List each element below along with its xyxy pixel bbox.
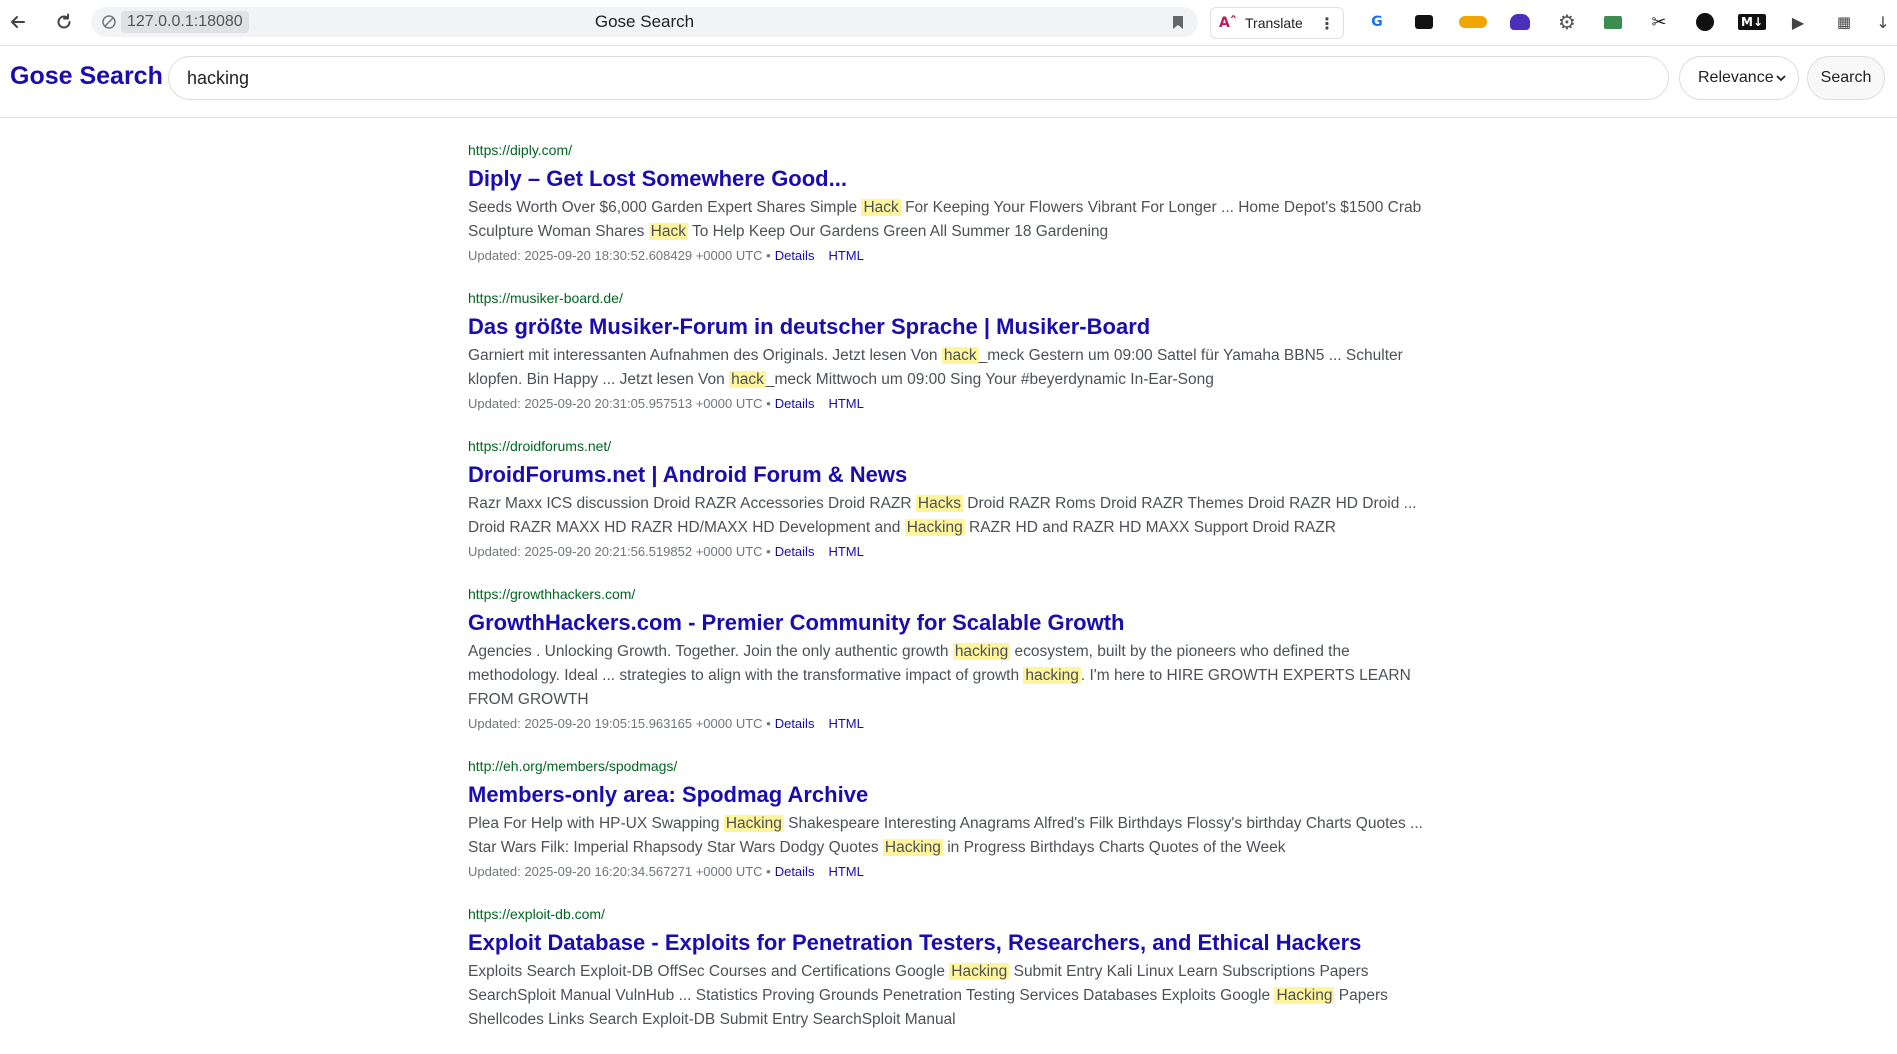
snippet-text: Seeds Worth Over $6,000 Garden Expert Sh… [468,199,862,216]
translate-icon: Aˆ [1219,15,1237,31]
result-title-link[interactable]: DroidForums.net | Android Forum & News [468,460,1428,490]
search-result: http://eh.org/members/spodmags/Members-o… [468,756,1428,882]
search-result: https://droidforums.net/DroidForums.net … [468,436,1428,562]
extension-icon[interactable]: ▦ [1831,10,1857,34]
extension-icon[interactable] [1692,10,1718,34]
html-link[interactable]: HTML [828,716,863,731]
snippet-text: Plea For Help with HP-UX Swapping [468,815,724,832]
updated-timestamp: Updated: 2025-09-20 16:20:34.567271 +000… [468,864,771,879]
result-meta: Updated: 2025-09-20 20:21:56.519852 +000… [468,542,1428,562]
result-snippet: Exploits Search Exploit-DB OffSec Course… [468,960,1428,1032]
chevron-down-icon [1776,71,1786,85]
extension-icon[interactable] [1600,10,1626,34]
extension-icon[interactable] [1507,10,1533,34]
highlight-term: hacking [952,643,1011,660]
markdown-icon[interactable]: M↓ [1738,10,1766,34]
snippet-text: Garniert mit interessanten Aufnahmen des… [468,347,942,364]
html-link[interactable]: HTML [828,864,863,879]
result-url[interactable]: http://eh.org/members/spodmags/ [468,756,1428,776]
result-title-link[interactable]: Exploit Database - Exploits for Penetrat… [468,928,1428,958]
result-snippet: Razr Maxx ICS discussion Droid RAZR Acce… [468,492,1428,540]
search-result: https://exploit-db.com/Exploit Database … [468,904,1428,1032]
highlight-term: Hacking [1274,987,1335,1004]
result-meta: Updated: 2025-09-20 20:31:05.957513 +000… [468,394,1428,414]
highlight-term: Hacking [723,815,784,832]
search-result: https://growthhackers.com/GrowthHackers.… [468,584,1428,734]
scissors-icon[interactable]: ✂ [1646,10,1672,34]
search-header: Gose Search Relevance Search [0,46,1897,118]
highlight-term: hacking [1023,667,1081,684]
snippet-text: Agencies . Unlocking Growth. Together. J… [468,643,953,660]
highlight-term: hack [941,347,979,364]
browser-toolbar: 127.0.0.1:18080 Gose Search Aˆ Translate… [0,0,1897,46]
play-icon[interactable]: ▶ [1785,10,1811,34]
results-list: https://diply.com/Diply – Get Lost Somew… [468,140,1428,1054]
result-url[interactable]: https://diply.com/ [468,140,1428,160]
snippet-text: in Progress Birthdays Charts Quotes of t… [942,839,1286,856]
snippet-text: RAZR HD and RAZR HD MAXX Support Droid R… [964,519,1336,536]
highlight-term: Hacking [882,839,943,856]
reload-icon[interactable] [51,9,77,35]
html-link[interactable]: HTML [828,396,863,411]
search-button[interactable]: Search [1807,56,1885,100]
snippet-text: Razr Maxx ICS discussion Droid RAZR Acce… [468,495,916,512]
result-url[interactable]: https://musiker-board.de/ [468,288,1428,308]
address-bar[interactable]: 127.0.0.1:18080 Gose Search [91,7,1198,37]
url-text[interactable]: 127.0.0.1:18080 [121,11,249,33]
updated-timestamp: Updated: 2025-09-20 20:31:05.957513 +000… [468,396,771,411]
result-snippet: Agencies . Unlocking Growth. Together. J… [468,640,1428,712]
html-link[interactable]: HTML [828,544,863,559]
translate-button[interactable]: Aˆ Translate ⋮ [1210,7,1344,39]
snippet-text: Exploits Search Exploit-DB OffSec Course… [468,963,950,980]
result-snippet: Plea For Help with HP-UX Swapping Hackin… [468,812,1428,860]
google-translate-icon[interactable]: G [1364,10,1390,34]
search-result: https://diply.com/Diply – Get Lost Somew… [468,140,1428,266]
highlight-term: Hack [648,223,688,240]
updated-timestamp: Updated: 2025-09-20 20:21:56.519852 +000… [468,544,771,559]
snippet-text: _meck Mittwoch um 09:00 Sing Your #beyer… [765,371,1214,388]
ex-gen-icon[interactable] [1458,10,1488,34]
result-snippet: Garniert mit interessanten Aufnahmen des… [468,344,1428,392]
search-result: https://musiker-board.de/Das größte Musi… [468,288,1428,414]
bookmark-icon[interactable] [1168,12,1188,32]
search-input[interactable] [168,56,1669,100]
brand-logo[interactable]: Gose Search [10,62,163,91]
details-link[interactable]: Details [775,716,815,731]
result-url[interactable]: https://growthhackers.com/ [468,584,1428,604]
back-arrow-icon[interactable] [5,9,31,35]
more-vert-icon[interactable]: ⋮ [1319,14,1335,33]
result-title-link[interactable]: Members-only area: Spodmag Archive [468,780,1428,810]
updated-timestamp: Updated: 2025-09-20 19:05:15.963165 +000… [468,716,771,731]
result-meta: Updated: 2025-09-20 19:05:15.963165 +000… [468,714,1428,734]
translate-label: Translate [1245,15,1303,31]
result-meta: Updated: 2025-09-20 16:20:34.567271 +000… [468,862,1428,882]
details-link[interactable]: Details [775,544,815,559]
sort-label: Relevance [1698,69,1774,86]
result-title-link[interactable]: Das größte Musiker-Forum in deutscher Sp… [468,312,1428,342]
details-link[interactable]: Details [775,248,815,263]
highlight-term: Hacks [915,495,963,512]
highlight-term: Hacking [904,519,965,536]
highlight-term: hack [729,371,766,388]
page-title: Gose Search [594,12,695,31]
highlight-term: Hack [861,199,901,216]
site-info-icon[interactable] [97,11,121,33]
result-snippet: Seeds Worth Over $6,000 Garden Expert Sh… [468,196,1428,244]
updated-timestamp: Updated: 2025-09-20 18:30:52.608429 +000… [468,248,771,263]
result-meta: Updated: 2025-09-20 18:30:52.608429 +000… [468,246,1428,266]
details-link[interactable]: Details [775,396,815,411]
result-url[interactable]: https://exploit-db.com/ [468,904,1428,924]
highlight-term: Hacking [949,963,1010,980]
result-url[interactable]: https://droidforums.net/ [468,436,1428,456]
gear-icon[interactable]: ⚙ [1554,10,1580,34]
snippet-text: To Help Keep Our Gardens Green All Summe… [687,223,1109,240]
download-icon[interactable]: ↓ [1872,10,1894,34]
details-link[interactable]: Details [775,864,815,879]
result-title-link[interactable]: Diply – Get Lost Somewhere Good... [468,164,1428,194]
extension-icon[interactable] [1411,10,1437,34]
sort-select[interactable]: Relevance [1679,56,1799,100]
result-title-link[interactable]: GrowthHackers.com - Premier Community fo… [468,608,1428,638]
html-link[interactable]: HTML [828,248,863,263]
